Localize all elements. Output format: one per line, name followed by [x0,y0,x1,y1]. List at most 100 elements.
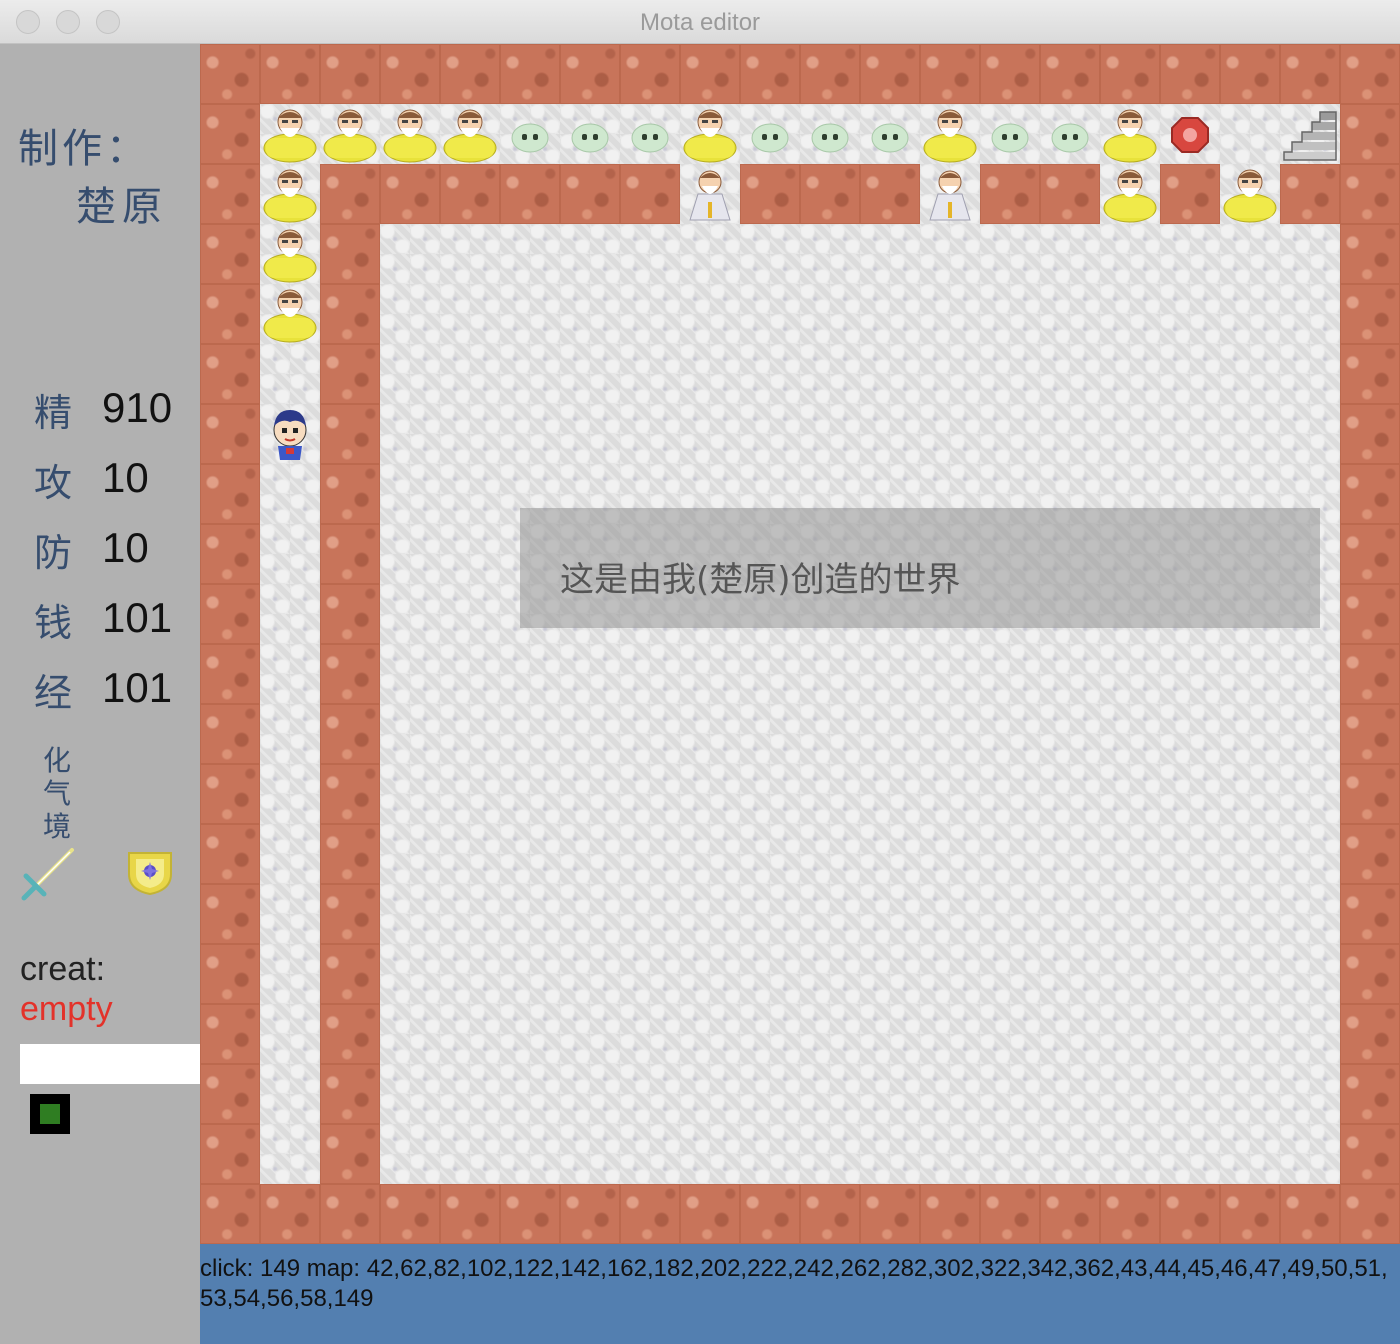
wall-tile[interactable] [1040,44,1100,104]
wall-tile[interactable] [1340,764,1400,824]
wall-tile[interactable] [1340,644,1400,704]
sage-sprite[interactable] [320,104,380,164]
wall-tile[interactable] [200,584,260,644]
sage-sprite[interactable] [440,104,500,164]
sage-sprite[interactable] [1100,164,1160,224]
priest-sprite[interactable] [920,164,980,224]
sage-sprite[interactable] [680,104,740,164]
wall-tile[interactable] [1340,1124,1400,1184]
sage-sprite[interactable] [1220,164,1280,224]
wall-tile[interactable] [380,44,440,104]
wall-tile[interactable] [1280,44,1340,104]
wall-tile[interactable] [200,1124,260,1184]
wall-tile[interactable] [200,884,260,944]
slime-sprite[interactable] [980,104,1040,164]
wall-tile[interactable] [1160,44,1220,104]
wall-tile[interactable] [500,164,560,224]
wall-tile[interactable] [200,824,260,884]
red-gem-sprite[interactable] [1160,104,1220,164]
sage-sprite[interactable] [920,104,980,164]
wall-tile[interactable] [860,1184,920,1244]
wall-tile[interactable] [1340,524,1400,584]
wall-tile[interactable] [200,1004,260,1064]
wall-tile[interactable] [560,1184,620,1244]
wall-tile[interactable] [320,404,380,464]
wall-tile[interactable] [800,1184,860,1244]
wall-tile[interactable] [320,1064,380,1124]
priest-sprite[interactable] [680,164,740,224]
wall-tile[interactable] [560,44,620,104]
wall-tile[interactable] [1040,164,1100,224]
wall-tile[interactable] [320,824,380,884]
wall-tile[interactable] [440,1184,500,1244]
wall-tile[interactable] [440,44,500,104]
wall-tile[interactable] [1340,104,1400,164]
wall-tile[interactable] [1340,584,1400,644]
wall-tile[interactable] [1340,1064,1400,1124]
wall-tile[interactable] [320,884,380,944]
wall-tile[interactable] [260,44,320,104]
creat-input[interactable] [20,1044,200,1084]
wall-tile[interactable] [1040,1184,1100,1244]
wall-tile[interactable] [1100,44,1160,104]
wall-tile[interactable] [920,44,980,104]
wall-tile[interactable] [320,284,380,344]
wall-tile[interactable] [1340,164,1400,224]
wall-tile[interactable] [320,524,380,584]
wall-tile[interactable] [200,464,260,524]
wall-tile[interactable] [920,1184,980,1244]
sage-sprite[interactable] [260,164,320,224]
wall-tile[interactable] [200,44,260,104]
wall-tile[interactable] [200,1184,260,1244]
wall-tile[interactable] [200,224,260,284]
wall-tile[interactable] [200,524,260,584]
wall-tile[interactable] [680,1184,740,1244]
wall-tile[interactable] [1340,44,1400,104]
wall-tile[interactable] [320,704,380,764]
wall-tile[interactable] [1340,284,1400,344]
wall-tile[interactable] [200,284,260,344]
wall-tile[interactable] [320,344,380,404]
wall-tile[interactable] [620,164,680,224]
wall-tile[interactable] [1220,1184,1280,1244]
wall-tile[interactable] [980,44,1040,104]
wall-tile[interactable] [380,164,440,224]
slime-sprite[interactable] [740,104,800,164]
wall-tile[interactable] [680,44,740,104]
wall-tile[interactable] [800,44,860,104]
wall-tile[interactable] [260,1184,320,1244]
wall-tile[interactable] [1340,1004,1400,1064]
wall-tile[interactable] [200,1064,260,1124]
wall-tile[interactable] [1160,164,1220,224]
wall-tile[interactable] [500,44,560,104]
wall-tile[interactable] [200,104,260,164]
sage-sprite[interactable] [380,104,440,164]
wall-tile[interactable] [1340,704,1400,764]
wall-tile[interactable] [320,224,380,284]
wall-tile[interactable] [1340,944,1400,1004]
wall-tile[interactable] [1160,1184,1220,1244]
wall-tile[interactable] [1340,344,1400,404]
sage-sprite[interactable] [260,284,320,344]
wall-tile[interactable] [860,44,920,104]
wall-tile[interactable] [200,944,260,1004]
slime-sprite[interactable] [800,104,860,164]
wall-tile[interactable] [1340,404,1400,464]
wall-tile[interactable] [200,644,260,704]
wall-tile[interactable] [1220,44,1280,104]
wall-tile[interactable] [320,764,380,824]
wall-tile[interactable] [320,1184,380,1244]
wall-tile[interactable] [1340,824,1400,884]
wall-tile[interactable] [320,164,380,224]
game-map[interactable]: 这是由我(楚原)创造的世界 [200,44,1400,1244]
stairs-icon[interactable] [1280,104,1340,164]
wall-tile[interactable] [1280,164,1340,224]
wall-tile[interactable] [320,1004,380,1064]
wall-tile[interactable] [320,44,380,104]
wall-tile[interactable] [1280,1184,1340,1244]
wall-tile[interactable] [440,164,500,224]
wall-tile[interactable] [320,1124,380,1184]
wall-tile[interactable] [1100,1184,1160,1244]
wall-tile[interactable] [1340,224,1400,284]
wall-tile[interactable] [200,704,260,764]
